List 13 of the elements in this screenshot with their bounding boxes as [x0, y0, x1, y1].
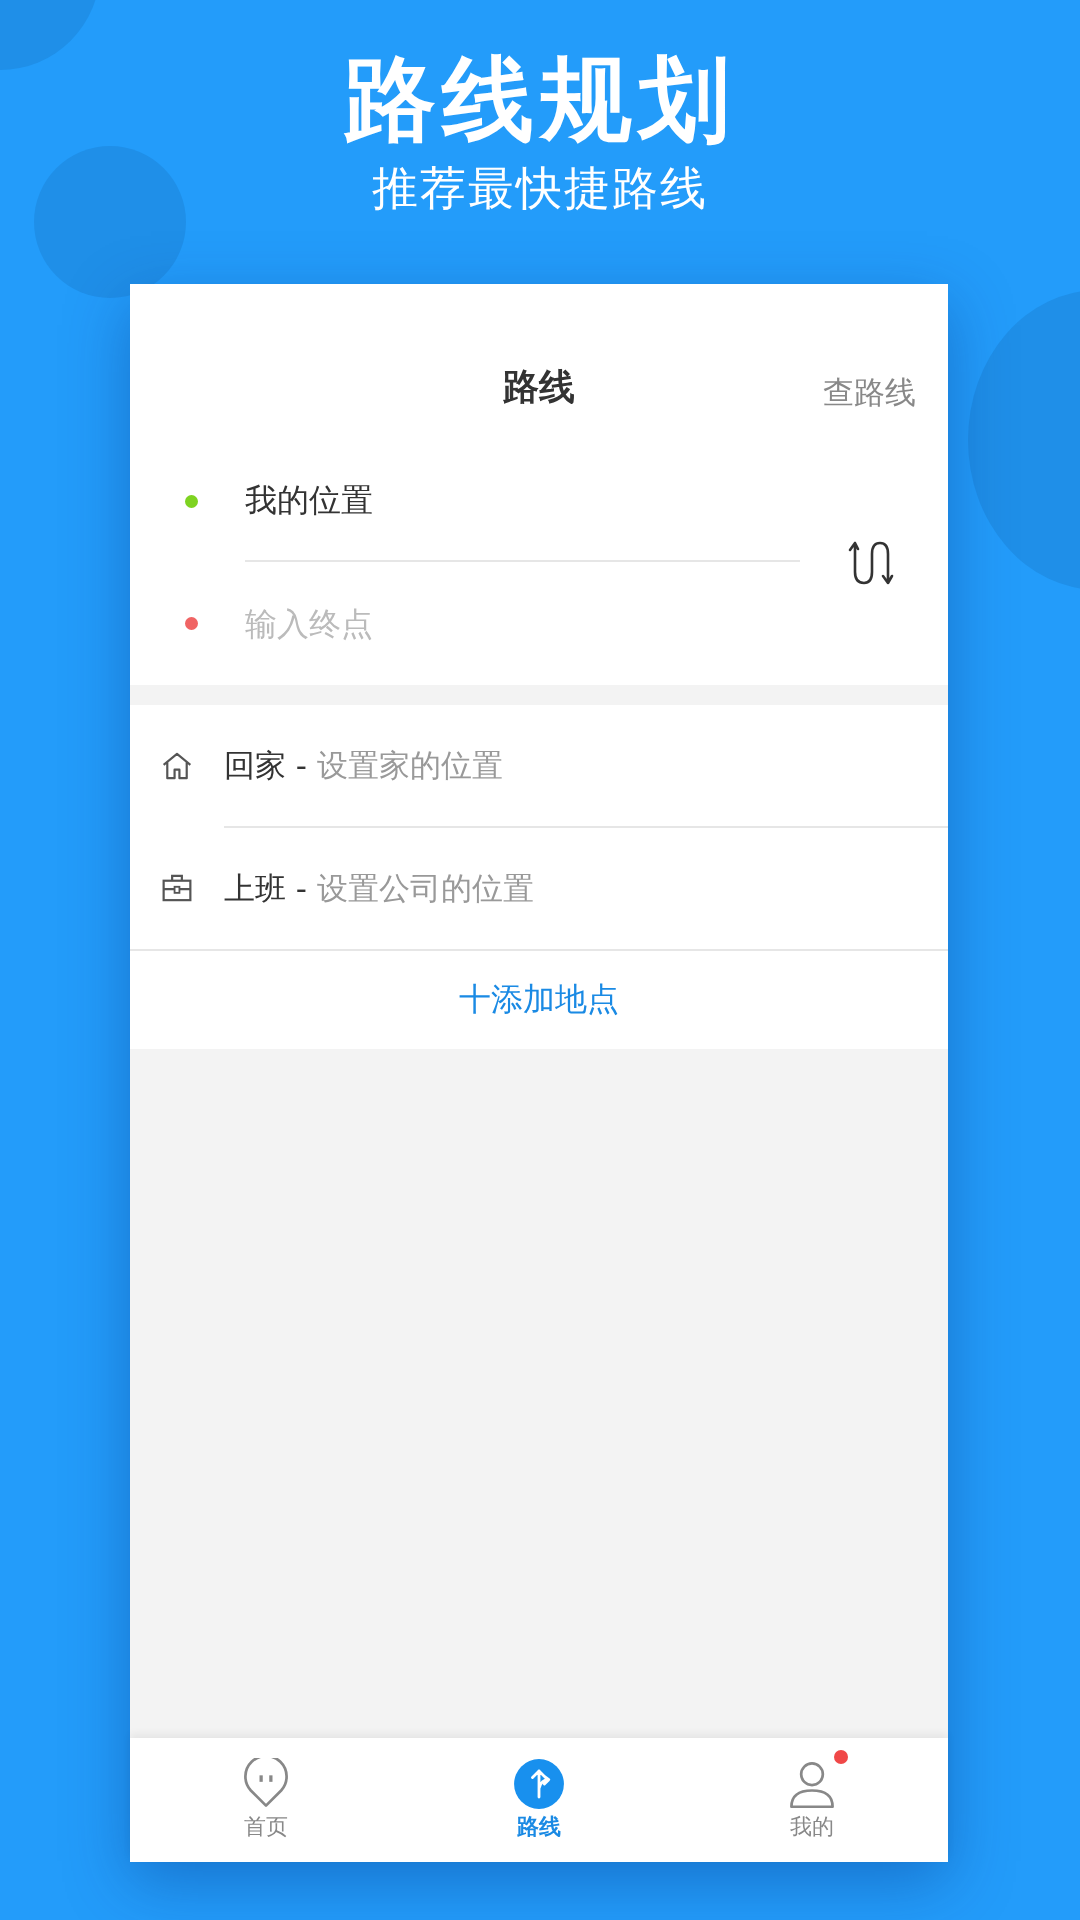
destination-field[interactable]: 输入终点 [130, 562, 828, 685]
shortcut-text: 回家 - 设置家的位置 [224, 746, 504, 785]
tab-button[interactable]: 首页 [130, 1738, 403, 1862]
tab-button[interactable]: 路线 [402, 1738, 676, 1862]
shortcut-row[interactable]: 回家 - 设置家的位置 [130, 705, 948, 827]
route-icon [513, 1758, 565, 1810]
banner-title: 路线规划 [344, 45, 736, 155]
search-route-button[interactable]: 查路线 [823, 372, 916, 414]
screen-title: 路线 [503, 365, 575, 409]
origin-field[interactable]: 我的位置 [130, 440, 828, 562]
banner-subtitle: 推荐最快捷路线 [372, 160, 708, 217]
tab-button[interactable]: 我的 [675, 1738, 948, 1862]
destination-input[interactable]: 输入终点 [245, 562, 800, 685]
